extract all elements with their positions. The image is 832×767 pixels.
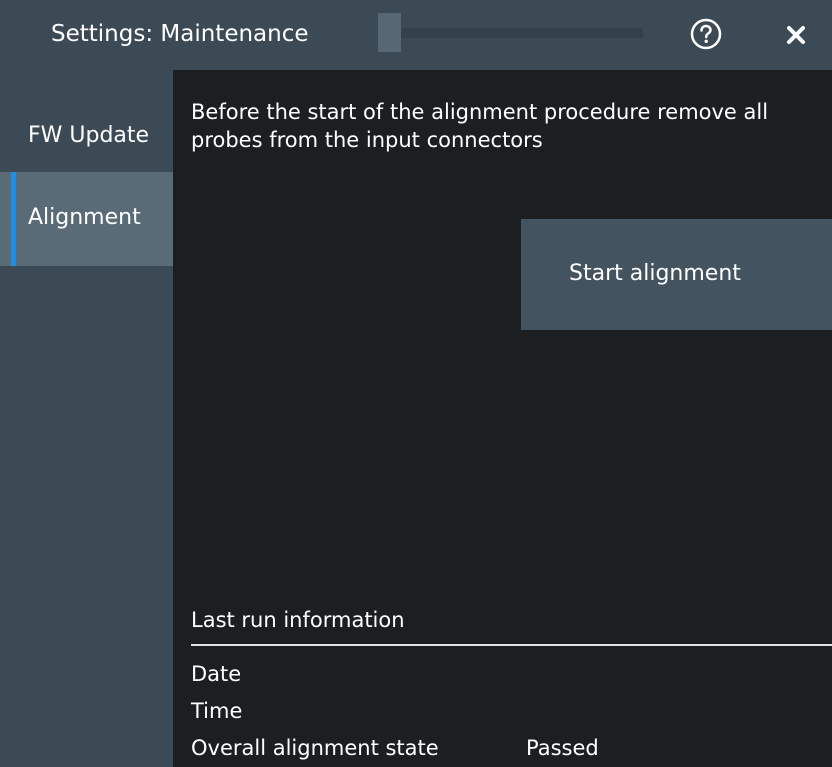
tab-fw-update-label: FW Update [28, 123, 150, 148]
alignment-state-value: Passed [526, 736, 599, 760]
section-divider [191, 644, 832, 646]
close-icon [787, 26, 805, 44]
help-button[interactable] [688, 16, 724, 52]
tab-alignment-label: Alignment [28, 205, 141, 230]
dialog-title: Settings: Maintenance [51, 21, 309, 47]
title-drag-handle[interactable] [378, 13, 401, 52]
alignment-panel: Before the start of the alignment proced… [173, 70, 832, 767]
close-button[interactable] [778, 17, 814, 53]
sidebar: FW Update Alignment [0, 70, 173, 767]
start-alignment-button[interactable]: Start alignment [521, 219, 832, 330]
last-run-heading: Last run information [191, 608, 405, 632]
title-bar[interactable]: Settings: Maintenance [0, 0, 832, 70]
time-label: Time [191, 699, 243, 723]
help-circle-icon [690, 18, 722, 50]
tab-fw-update[interactable]: FW Update [0, 78, 173, 172]
alignment-instruction: Before the start of the alignment proced… [191, 100, 769, 152]
alignment-state-label: Overall alignment state [191, 736, 439, 760]
tab-alignment[interactable]: Alignment [0, 172, 173, 266]
date-label: Date [191, 662, 242, 686]
selected-tab-indicator [11, 172, 16, 266]
settings-dialog: Settings: Maintenance FW Update Alignmen… [0, 0, 832, 767]
start-alignment-label: Start alignment [569, 261, 741, 286]
title-drag-track [401, 28, 643, 38]
